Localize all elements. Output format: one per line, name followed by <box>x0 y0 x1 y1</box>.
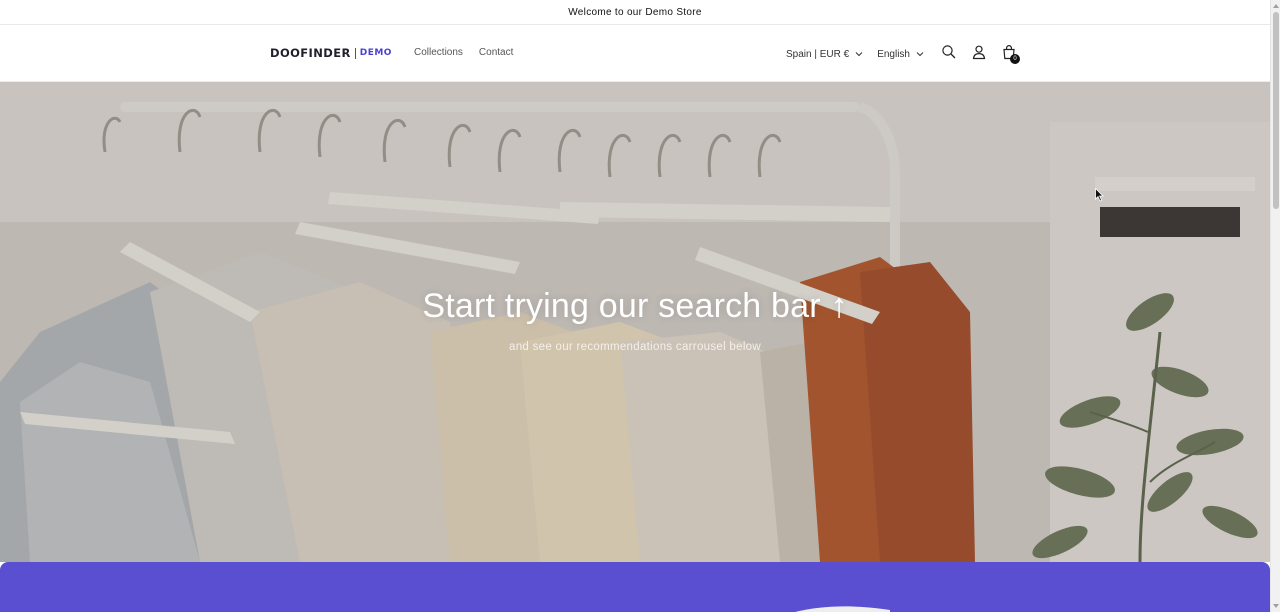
cart-button[interactable]: 0 <box>998 43 1020 65</box>
announcement-text: Welcome to our Demo Store <box>568 6 702 18</box>
account-icon <box>971 44 987 65</box>
scrollbar-thumb[interactable] <box>1273 12 1279 209</box>
language-selector[interactable]: English <box>877 49 924 60</box>
chevron-down-icon <box>855 50 863 58</box>
scroll-up-arrow-icon[interactable] <box>1272 2 1280 10</box>
logo-divider <box>354 47 356 59</box>
hero-subtitle: and see our recommendations carrousel be… <box>509 341 761 353</box>
cart-count-badge: 0 <box>1010 54 1020 64</box>
logo-brand: DOOFINDER <box>270 46 351 60</box>
language-selector-label: English <box>877 48 910 60</box>
mouse-cursor-icon <box>1095 188 1104 202</box>
search-icon <box>941 44 957 65</box>
scroll-down-arrow-icon[interactable] <box>1272 602 1280 610</box>
hero-banner: Start trying our search bar ↑ and see ou… <box>0 82 1270 562</box>
store-logo[interactable]: DOOFINDER DEMO <box>270 46 392 60</box>
chevron-down-icon <box>916 50 924 58</box>
main-nav: Collections Contact <box>414 47 513 58</box>
country-selector[interactable]: Spain | EUR € <box>786 49 863 60</box>
product-image-top <box>795 606 890 612</box>
header-actions: Spain | EUR € English 0 <box>786 42 1020 66</box>
nav-link-collections[interactable]: Collections <box>414 47 463 58</box>
nav-link-contact[interactable]: Contact <box>479 47 513 58</box>
hero-title: Start trying our search bar ↑ <box>422 287 848 325</box>
site-header: DOOFINDER DEMO Collections Contact Spain… <box>0 26 1270 82</box>
account-button[interactable] <box>968 43 990 65</box>
announcement-bar: Welcome to our Demo Store <box>0 0 1270 25</box>
logo-tag: DEMO <box>359 48 392 58</box>
search-button[interactable] <box>938 43 960 65</box>
page-scrollbar[interactable] <box>1270 0 1280 612</box>
country-selector-label: Spain | EUR € <box>786 48 850 60</box>
recommendations-section <box>0 562 1270 612</box>
